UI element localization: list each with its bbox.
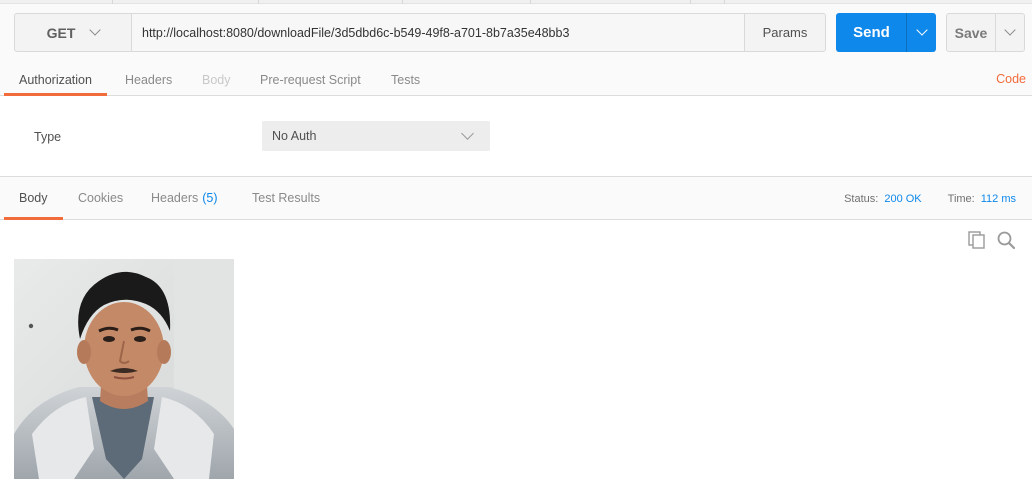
auth-type-value: No Auth	[272, 129, 317, 143]
time-label: Time:	[947, 193, 975, 205]
url-input[interactable]	[131, 13, 745, 52]
request-tabs: Authorization Headers Body Pre-request S…	[0, 64, 1032, 96]
response-body	[0, 220, 1032, 488]
method-select[interactable]: GET	[14, 13, 131, 52]
tab-response-body[interactable]: Body	[4, 177, 63, 220]
tab-authorization[interactable]: Authorization	[4, 64, 107, 96]
request-bar: GET Params Send Save	[0, 4, 1032, 68]
search-icon[interactable]	[996, 230, 1016, 250]
auth-type-select[interactable]: No Auth	[262, 121, 490, 151]
save-button[interactable]: Save	[946, 13, 996, 52]
tab-tests[interactable]: Tests	[391, 64, 420, 95]
auth-panel: Type No Auth	[0, 96, 1032, 177]
chevron-down-icon	[915, 24, 928, 36]
response-status: Status: 200 OK Time: 112 ms	[844, 193, 1016, 205]
params-button[interactable]: Params	[744, 13, 826, 52]
method-label: GET	[46, 24, 76, 41]
code-link[interactable]: Code	[996, 72, 1026, 86]
tab-cookies[interactable]: Cookies	[78, 177, 123, 219]
copy-icon[interactable]	[967, 230, 987, 250]
save-options-button[interactable]	[995, 13, 1025, 52]
status-value: 200 OK	[884, 193, 922, 205]
chevron-down-icon	[461, 127, 474, 140]
time-value: 112 ms	[980, 193, 1016, 205]
tab-response-headers[interactable]: Headers (5)	[151, 177, 218, 219]
auth-type-label: Type	[34, 130, 62, 144]
tab-test-results[interactable]: Test Results	[252, 177, 320, 219]
tab-response-headers-label: Headers	[151, 191, 199, 205]
tab-body: Body	[202, 72, 231, 87]
chevron-down-icon	[1004, 24, 1016, 36]
status-label: Status:	[844, 193, 879, 205]
send-options-button[interactable]	[906, 13, 936, 52]
send-button[interactable]: Send	[836, 13, 907, 52]
headers-count-badge: (5)	[202, 191, 218, 205]
response-tabs: Body Cookies Headers (5) Test Results St…	[0, 177, 1032, 220]
response-image-photo	[14, 259, 234, 479]
chevron-down-icon	[89, 24, 102, 36]
tab-headers[interactable]: Headers	[125, 64, 172, 95]
tab-pre-request-script[interactable]: Pre-request Script	[260, 64, 361, 95]
